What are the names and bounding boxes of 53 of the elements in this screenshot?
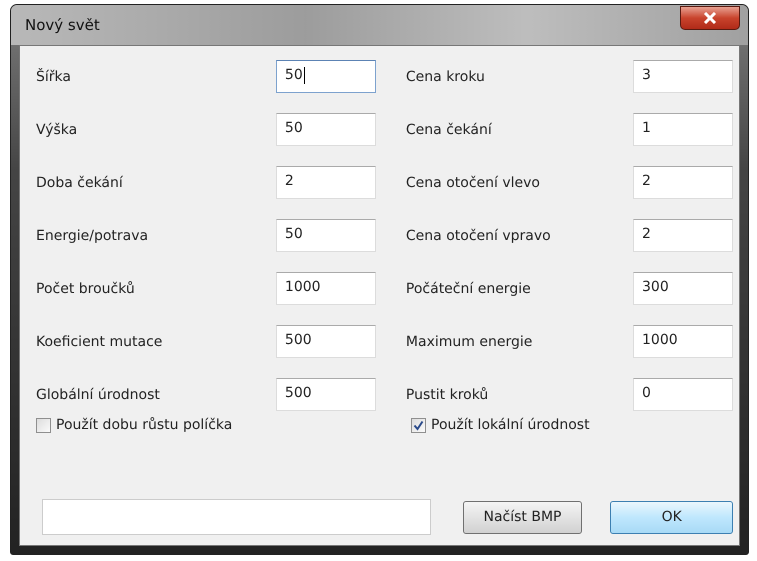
input-field[interactable]: 2 <box>633 219 733 252</box>
input-field[interactable]: 2 <box>633 166 733 199</box>
field-label: Maximum energie <box>406 334 532 350</box>
field-value: 300 <box>642 279 669 295</box>
path-field[interactable] <box>42 499 431 535</box>
close-button[interactable] <box>680 6 740 30</box>
load-button[interactable]: Načíst BMP <box>462 500 582 534</box>
field-value: 2 <box>642 226 651 242</box>
field-value: 1000 <box>642 332 678 348</box>
input-field[interactable]: 500 <box>276 325 376 358</box>
field-label: Počet broučků <box>36 280 135 296</box>
field-value: 0 <box>642 385 651 401</box>
window-title: Nový svět <box>25 16 100 34</box>
checkbox-label: Použít lokální úrodnost <box>431 417 590 433</box>
input-field[interactable]: 300 <box>633 272 733 305</box>
input-field[interactable]: 3 <box>633 60 733 93</box>
field-value: 2 <box>642 173 651 189</box>
field-value: 500 <box>284 385 312 401</box>
field-label: Výška <box>36 122 78 138</box>
field-label: Energie/potrava <box>36 228 148 244</box>
checkbox[interactable] <box>36 418 51 432</box>
input-field[interactable]: 50 <box>276 219 376 252</box>
field-value: 50 <box>284 67 303 83</box>
field-label: Cena otočení vlevo <box>406 174 540 190</box>
field-value: 500 <box>284 332 312 348</box>
field-value: 1000 <box>284 279 321 295</box>
input-field[interactable]: 500 <box>276 378 376 411</box>
input-field[interactable]: 1000 <box>276 272 376 305</box>
field-label: Cena otočení vpravo <box>406 228 551 244</box>
input-field[interactable]: 1000 <box>633 325 733 358</box>
field-label: Koeficient mutace <box>36 334 162 350</box>
checkbox[interactable] <box>411 418 426 432</box>
field-value: 2 <box>284 173 294 189</box>
field-label: Pustit kroků <box>406 386 488 402</box>
field-value: 1 <box>642 120 651 136</box>
field-value: 50 <box>284 120 303 136</box>
input-field[interactable]: 0 <box>633 378 733 411</box>
checkmark-icon <box>413 420 424 430</box>
field-value: 3 <box>642 67 651 83</box>
input-field[interactable]: 1 <box>633 113 733 146</box>
field-value: 50 <box>284 226 303 242</box>
field-label: Cena čekání <box>406 122 492 138</box>
input-field[interactable]: 50 <box>276 113 376 146</box>
input-field[interactable]: 2 <box>276 166 376 199</box>
field-label: Počáteční energie <box>406 280 531 296</box>
input-field[interactable]: 50 <box>276 60 376 93</box>
ok-button[interactable]: OK <box>610 500 733 534</box>
field-label: Šířka <box>36 68 71 84</box>
checkbox-label: Použít dobu růstu políčka <box>56 417 232 433</box>
field-label: Cena kroku <box>406 68 485 84</box>
field-label: Doba čekání <box>36 174 123 190</box>
close-icon <box>703 12 717 24</box>
field-label: Globální úrodnost <box>36 386 160 402</box>
